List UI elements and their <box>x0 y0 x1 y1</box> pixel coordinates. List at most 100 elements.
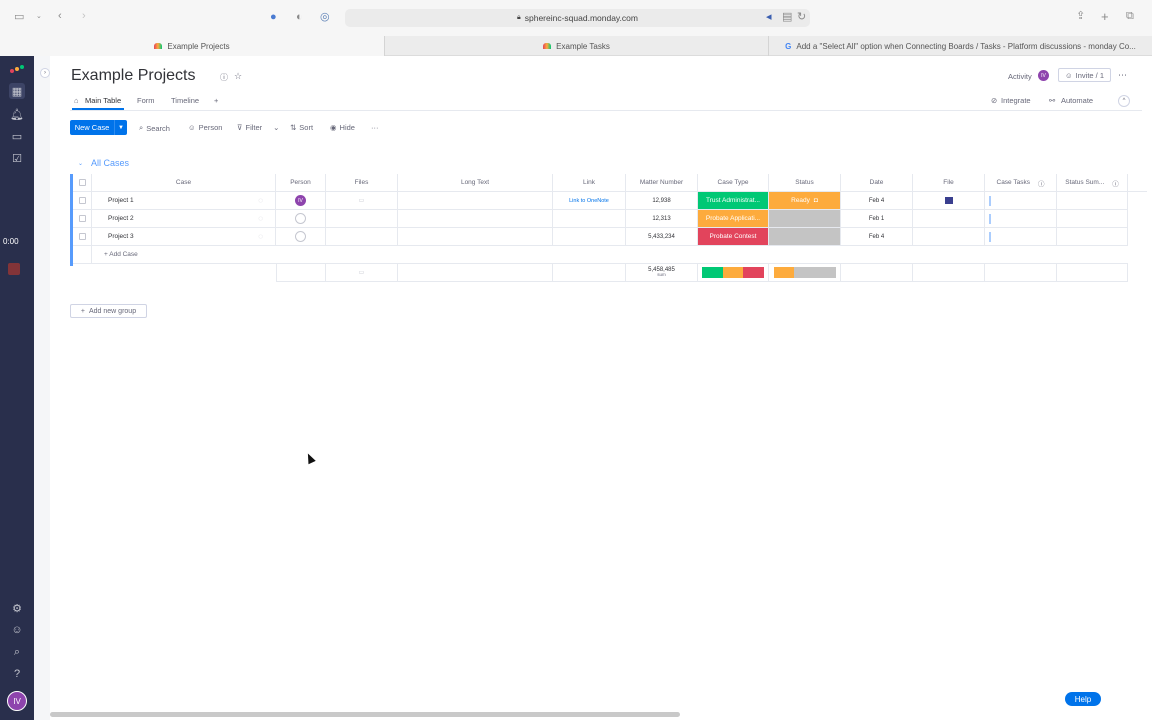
reader-icon[interactable]: ▤ <box>782 12 792 23</box>
column-header-link[interactable]: Link <box>553 174 626 192</box>
case-tasks-cell[interactable] <box>985 192 1057 210</box>
chevron-down-icon[interactable]: ⌄ <box>78 160 83 167</box>
collapse-header-icon[interactable]: ^ <box>1118 95 1130 107</box>
files-cell[interactable] <box>326 228 398 246</box>
info-icon[interactable]: ⓘ <box>1038 178 1045 188</box>
long-text-cell[interactable] <box>398 228 553 246</box>
column-header-person[interactable]: Person <box>276 174 326 192</box>
row-checkbox-cell[interactable] <box>73 228 92 246</box>
column-header-files[interactable]: Files <box>326 174 398 192</box>
column-header-long-text[interactable]: Long Text <box>398 174 553 192</box>
matter-number-cell[interactable]: 12,938 <box>626 192 698 210</box>
case-tasks-cell[interactable] <box>985 228 1057 246</box>
search-button[interactable]: ⌕ Search <box>139 123 170 133</box>
column-header-case-tasks[interactable]: Case Tasks ⓘ <box>985 174 1057 192</box>
case-name-cell[interactable]: Project 2 ◌ <box>92 210 276 228</box>
group-title[interactable]: All Cases <box>91 158 129 168</box>
person-filter-button[interactable]: ☺ Person <box>188 123 222 132</box>
invite-button[interactable]: ☺ Invite / 1 <box>1058 68 1111 82</box>
file-cell[interactable] <box>913 228 985 246</box>
long-text-cell[interactable] <box>398 192 553 210</box>
sidebar-toggle-icon[interactable]: ▭ <box>14 12 24 23</box>
info-icon[interactable]: ⓘ <box>220 72 228 83</box>
column-header-status[interactable]: Status <box>769 174 841 192</box>
status-cell[interactable] <box>769 210 841 228</box>
long-text-cell[interactable] <box>398 210 553 228</box>
file-thumbnail-icon[interactable] <box>944 197 953 204</box>
horizontal-scrollbar[interactable] <box>50 712 680 717</box>
link-cell[interactable] <box>553 210 626 228</box>
status-summary-cell[interactable] <box>1057 210 1128 228</box>
date-cell[interactable]: Feb 1 <box>841 210 913 228</box>
row-checkbox-cell[interactable] <box>73 192 92 210</box>
tab-main-table[interactable]: Main Table <box>85 96 121 105</box>
table-row[interactable]: Project 2 ◌ 12,313 Probate Applicati... … <box>70 210 1152 228</box>
chevron-down-icon[interactable]: ⌄ <box>36 13 42 20</box>
link-cell[interactable]: Link to OneNote <box>553 192 626 210</box>
row-checkbox-cell[interactable] <box>73 210 92 228</box>
checkbox[interactable] <box>78 197 86 204</box>
forward-icon[interactable]: › <box>82 11 86 22</box>
filter-button[interactable]: ⊽ Filter ⌄ <box>237 123 279 132</box>
apps-icon[interactable]: ⚙ <box>9 600 25 616</box>
date-cell[interactable]: Feb 4 <box>841 192 913 210</box>
shield-icon[interactable]: ◐ <box>296 12 303 23</box>
case-type-distribution-bar[interactable] <box>702 267 765 278</box>
column-header-status-summary[interactable]: Status Sum... ⓘ <box>1057 174 1128 192</box>
expand-sidebar-icon[interactable]: › <box>40 68 50 78</box>
status-cell[interactable] <box>769 228 841 246</box>
select-all-checkbox[interactable] <box>73 174 92 192</box>
back-icon[interactable]: ‹ <box>58 11 62 22</box>
monday-logo-icon[interactable] <box>9 61 25 77</box>
tab-form[interactable]: Form <box>137 96 155 105</box>
case-type-cell[interactable]: Trust Administrat... <box>698 192 769 210</box>
tab-example-projects[interactable]: Example Projects <box>0 36 384 56</box>
comment-icon[interactable]: ◌ <box>258 232 263 241</box>
status-summary-cell[interactable] <box>1057 192 1128 210</box>
status-summary-cell[interactable] <box>1057 228 1128 246</box>
hide-button[interactable]: ◉ Hide <box>330 123 355 132</box>
matter-number-cell[interactable]: 5,433,234 <box>626 228 698 246</box>
files-cell[interactable] <box>326 210 398 228</box>
work-management-icon[interactable]: ▦ <box>9 83 25 99</box>
file-icon[interactable]: ▭ <box>359 197 365 204</box>
case-type-cell[interactable]: Probate Applicati... <box>698 210 769 228</box>
board-title[interactable]: Example Projects <box>71 67 196 85</box>
tab-example-tasks[interactable]: Example Tasks <box>384 36 768 56</box>
column-header-date[interactable]: Date <box>841 174 913 192</box>
add-view-button[interactable]: + <box>214 96 218 105</box>
person-cell[interactable] <box>276 228 326 246</box>
table-row[interactable]: Project 3 ◌ 5,433,234 Probate Contest Fe… <box>70 228 1152 246</box>
integrate-button[interactable]: Integrate <box>1001 96 1031 105</box>
help-icon[interactable]: ? <box>9 666 25 682</box>
more-options-icon[interactable]: ⋯ <box>1118 70 1127 81</box>
add-new-group-button[interactable]: + Add new group <box>70 304 147 318</box>
star-icon[interactable]: ☆ <box>234 71 242 82</box>
person-cell[interactable] <box>276 210 326 228</box>
adblock-icon[interactable]: ● <box>270 12 277 23</box>
address-bar[interactable]: 🔒︎ sphereinc-squad.monday.com <box>345 9 810 27</box>
tab-timeline[interactable]: Timeline <box>171 96 199 105</box>
audio-icon[interactable]: ◂ <box>766 12 772 23</box>
status-distribution-bar[interactable] <box>773 267 836 278</box>
new-case-button[interactable]: New Case ▼ <box>70 120 127 135</box>
checkbox[interactable] <box>78 179 86 186</box>
file-cell[interactable] <box>913 210 985 228</box>
summary-status-cell[interactable] <box>769 264 841 282</box>
checkbox[interactable] <box>78 215 86 222</box>
comment-icon[interactable]: ◌ <box>258 196 263 205</box>
tab-overview-icon[interactable]: ⧉ <box>1126 11 1134 22</box>
activity-label[interactable]: Activity <box>1008 72 1032 81</box>
column-header-case[interactable]: Case <box>92 174 276 192</box>
my-work-icon[interactable]: ☑ <box>9 150 25 166</box>
checkbox[interactable] <box>78 233 86 240</box>
inbox-icon[interactable]: ▭ <box>9 128 25 144</box>
status-cell[interactable]: Ready ◘ <box>769 192 841 210</box>
user-avatar[interactable]: IV <box>7 691 27 711</box>
new-tab-icon[interactable]: + <box>1101 10 1109 23</box>
record-icon[interactable] <box>8 263 20 275</box>
file-cell[interactable] <box>913 192 985 210</box>
summary-case-type-cell[interactable] <box>698 264 769 282</box>
person-cell[interactable]: IV <box>276 192 326 210</box>
activity-avatar[interactable]: IV <box>1038 70 1049 81</box>
